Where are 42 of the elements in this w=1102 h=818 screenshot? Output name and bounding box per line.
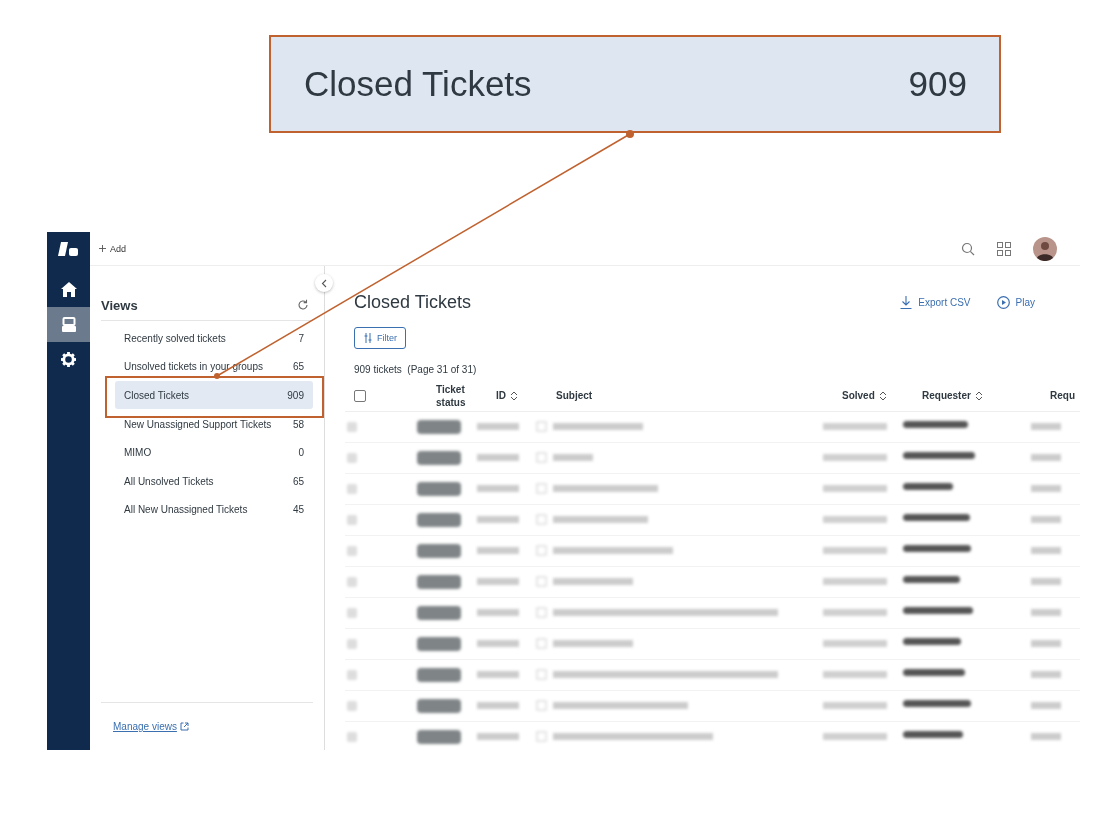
sort-icon[interactable] [878,391,887,401]
view-item[interactable]: MIMO 0 [115,444,313,461]
logo-icon [57,240,80,258]
add-button[interactable]: Add [99,243,126,254]
collapse-button[interactable] [315,274,333,292]
column-header[interactable]: Solved [842,389,875,403]
inbox-icon [61,317,76,332]
page-title: Closed Tickets [354,292,472,313]
manage-views-link[interactable]: Manage views [113,721,177,732]
chevron-left-icon [321,278,327,288]
column-header[interactable]: Requ [1050,389,1075,403]
callout-count: 909 [908,64,967,104]
external-link-icon [179,722,189,731]
view-item[interactable]: New Unassigned Support Tickets 58 [115,416,313,433]
sort-icon[interactable] [510,391,518,401]
play-icon [996,296,1010,309]
callout-title: Closed Tickets [304,64,532,104]
export-button[interactable]: Export CSV [900,296,971,309]
filter-button[interactable]: Filter [354,327,406,349]
avatar[interactable] [1033,236,1057,261]
ticket-count: 909 tickets (Page 31 of 31) [354,364,478,375]
view-item[interactable]: Recently solved tickets 7 [115,330,313,347]
column-header[interactable]: ID [496,389,506,403]
plus-icon [99,245,106,252]
home-icon [60,282,77,297]
refresh-icon[interactable] [297,299,309,311]
apps-icon[interactable] [997,241,1011,256]
search-icon[interactable] [961,241,975,256]
view-item[interactable]: All New Unassigned Tickets 45 [115,501,313,518]
sort-icon[interactable] [974,391,983,401]
view-item[interactable]: Closed Tickets 909 [115,381,313,410]
select-all-checkbox[interactable] [354,390,366,402]
sliders-icon [363,333,373,343]
column-header[interactable]: Requester [922,389,971,403]
settings-icon [61,352,76,367]
download-icon [900,296,913,309]
view-item[interactable]: Unsolved tickets in your groups 65 [115,358,313,375]
view-item[interactable]: All Unsolved Tickets 65 [115,473,313,490]
play-button[interactable]: Play [996,296,1035,309]
column-header[interactable]: Subject [556,389,593,403]
views-title: Views [101,297,138,313]
column-header[interactable]: Ticket status [436,382,496,410]
